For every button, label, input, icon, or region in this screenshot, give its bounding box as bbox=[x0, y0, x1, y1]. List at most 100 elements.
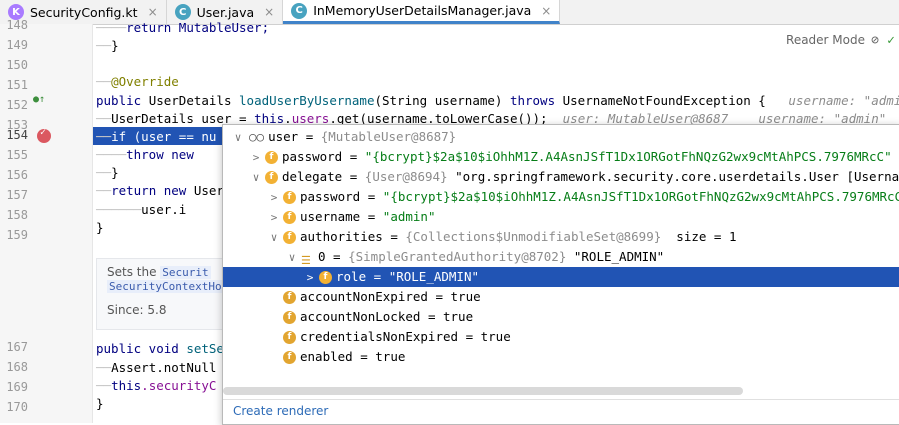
variable-name: user bbox=[268, 129, 299, 144]
horizontal-scrollbar[interactable] bbox=[223, 387, 743, 395]
watch-glasses-icon: ○○ bbox=[249, 129, 265, 144]
chevron-right-icon[interactable]: > bbox=[303, 268, 317, 288]
code-line-148: ────return MutableUser; bbox=[96, 20, 270, 35]
line-number: 149 bbox=[6, 38, 28, 52]
final-field-icon: f bbox=[283, 351, 296, 364]
variable-extra: "ROLE_ADMIN" bbox=[566, 249, 665, 264]
line-number: 157 bbox=[6, 188, 28, 202]
chevron-right-icon[interactable]: > bbox=[267, 208, 281, 228]
chevron-down-icon[interactable]: ∨ bbox=[267, 228, 281, 248]
line-number: 150 bbox=[6, 58, 28, 72]
chevron-down-icon[interactable]: ∨ bbox=[249, 168, 263, 188]
field-icon: f bbox=[283, 231, 296, 244]
variable-name: credentialsNonExpired bbox=[300, 329, 459, 344]
code-line-170: } bbox=[96, 396, 104, 411]
equals-sign: = bbox=[427, 289, 451, 304]
tab-label: InMemoryUserDetailsManager.java bbox=[313, 3, 532, 18]
code-line-155: ────throw new bbox=[96, 147, 194, 162]
equals-sign: = bbox=[360, 189, 383, 204]
code-line-152: public UserDetails loadUserByUsername(St… bbox=[96, 93, 899, 108]
line-number: 148 bbox=[6, 18, 28, 32]
equals-sign: = bbox=[382, 229, 406, 244]
variable-name: password bbox=[300, 189, 361, 204]
divider bbox=[223, 399, 899, 400]
tree-node-username[interactable]: > f username = "admin" bbox=[223, 207, 899, 227]
tree-node-accountnonexpired[interactable]: f accountNonExpired = true bbox=[223, 287, 899, 307]
close-icon[interactable]: × bbox=[148, 5, 158, 19]
variable-type: {Collections$UnmodifiableSet@8699} bbox=[405, 229, 662, 244]
line-number: 168 bbox=[6, 360, 28, 374]
variable-name: password bbox=[282, 149, 343, 164]
close-icon[interactable]: × bbox=[541, 4, 551, 18]
line-number: 167 bbox=[6, 340, 28, 354]
line-number: 156 bbox=[6, 168, 28, 182]
implements-method-icon[interactable]: ●↑ bbox=[33, 94, 47, 106]
code-line-158: ──────user.i bbox=[96, 202, 187, 217]
variable-type: {MutableUser@8687} bbox=[320, 129, 457, 144]
tree-node-password[interactable]: > f password = "{bcrypt}$2a$10$iOhhM1Z.A4A… bbox=[223, 147, 899, 167]
variable-extra: "org.springframework.security.core.userd… bbox=[455, 169, 899, 184]
chevron-right-icon[interactable]: > bbox=[249, 148, 263, 168]
tree-node-0[interactable]: ∨ ☰ 0 = {SimpleGrantedAuthority@8702} "ROL… bbox=[223, 247, 899, 267]
close-icon[interactable]: × bbox=[264, 5, 274, 19]
equals-sign: = bbox=[352, 349, 376, 364]
variable-name: username bbox=[300, 209, 361, 224]
breakpoint-icon[interactable] bbox=[37, 127, 51, 143]
chevron-right-icon[interactable]: > bbox=[267, 188, 281, 208]
variables-tree[interactable]: ∨ ○○ user = {MutableUser@8687} > f password =… bbox=[223, 125, 899, 385]
line-number: 154 bbox=[6, 128, 28, 142]
code-line-159: } bbox=[96, 220, 104, 235]
code-line-156: ──} bbox=[96, 165, 119, 180]
list-element-icon: ☰ bbox=[301, 254, 311, 267]
equals-sign: = bbox=[342, 169, 365, 184]
equals-sign: = bbox=[342, 149, 365, 164]
line-number: 158 bbox=[6, 208, 28, 222]
variable-value: "{bcrypt}$2a$10$iOhhM1Z.A4AsnJSfT1Dx1ORG… bbox=[364, 149, 892, 164]
variable-type: {SimpleGrantedAuthority@8702} bbox=[348, 249, 567, 264]
line-number: 169 bbox=[6, 380, 28, 394]
doc-link[interactable]: SecurityContextHol bbox=[107, 280, 231, 293]
variable-value: "ROLE_ADMIN" bbox=[388, 269, 479, 284]
final-field-icon: f bbox=[283, 311, 296, 324]
tree-node-delegate[interactable]: ∨ f delegate = {User@8694} "org.springfram… bbox=[223, 167, 899, 187]
doc-link[interactable]: Securit bbox=[160, 266, 211, 279]
variable-name: 0 bbox=[318, 249, 326, 264]
create-renderer-link[interactable]: Create renderer bbox=[233, 404, 328, 418]
tree-node-password[interactable]: > f password = "{bcrypt}$2a$10$iOhhM1Z.A4A… bbox=[223, 187, 899, 207]
chevron-down-icon[interactable]: ∨ bbox=[285, 248, 299, 268]
code-line-157: ──return new User bbox=[96, 183, 224, 198]
equals-sign: = bbox=[325, 249, 349, 264]
variable-value: true bbox=[450, 289, 481, 304]
chevron-down-icon[interactable]: ∨ bbox=[231, 128, 245, 148]
tree-node-role[interactable]: > f role = "ROLE_ADMIN" bbox=[223, 267, 899, 287]
code-line-168: ──Assert.notNull bbox=[96, 360, 217, 375]
javadoc-rendered-block: Sets the Securit SecurityContextHol Sinc… bbox=[96, 258, 231, 330]
line-number: 159 bbox=[6, 228, 28, 242]
line-number: 151 bbox=[6, 78, 28, 92]
debugger-value-popup[interactable]: ∨ ○○ user = {MutableUser@8687} > f password =… bbox=[222, 124, 899, 425]
check-icon[interactable]: ✓ bbox=[887, 33, 895, 48]
variable-name: role bbox=[336, 269, 367, 284]
tree-node-accountnonlocked[interactable]: f accountNonLocked = true bbox=[223, 307, 899, 327]
variable-value: "admin" bbox=[382, 209, 436, 224]
tree-node-credentialsnonexpired[interactable]: f credentialsNonExpired = true bbox=[223, 327, 899, 347]
line-number-gutter[interactable]: 148 149 150 151 152 153 154 155 156 157 … bbox=[0, 18, 93, 423]
equals-sign: = bbox=[360, 209, 383, 224]
eye-slash-icon[interactable]: ⊘ bbox=[871, 33, 879, 48]
variable-type: {User@8694} bbox=[364, 169, 448, 184]
field-icon: f bbox=[265, 171, 278, 184]
reader-mode-button[interactable]: Reader Mode bbox=[786, 33, 865, 47]
tree-node-enabled[interactable]: f enabled = true bbox=[223, 347, 899, 367]
line-number: 152 bbox=[6, 98, 28, 112]
variable-value: true bbox=[375, 349, 406, 364]
tree-node-authorities[interactable]: ∨ f authorities = {Collections$Unmodifiabl… bbox=[223, 227, 899, 247]
variable-value: true bbox=[443, 309, 474, 324]
tab-inmemoryuserdetailsmanager[interactable]: C InMemoryUserDetailsManager.java × bbox=[283, 0, 561, 24]
equals-sign: = bbox=[420, 309, 443, 324]
final-field-icon: f bbox=[283, 291, 296, 304]
equals-sign: = bbox=[458, 329, 481, 344]
equals-sign: = bbox=[298, 129, 321, 144]
doc-text: Sets the bbox=[107, 265, 157, 279]
java-class-icon: C bbox=[291, 2, 308, 19]
tree-node-user[interactable]: ∨ ○○ user = {MutableUser@8687} bbox=[223, 127, 899, 147]
